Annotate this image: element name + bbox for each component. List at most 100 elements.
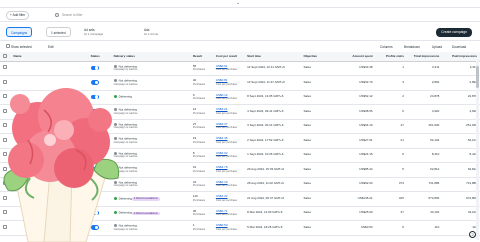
- row-checkbox[interactable]: [0, 206, 11, 221]
- campaign-name[interactable]: [10, 90, 88, 105]
- select-all-checkbox[interactable]: [0, 52, 11, 62]
- paid-impressions: 52,104: [442, 133, 480, 149]
- col-name[interactable]: Name: [10, 52, 88, 62]
- tab-campaigns[interactable]: Campaigns: [6, 27, 33, 37]
- table-row[interactable]: Delivering 9 Purchases US$0.12 Cost per purc…: [0, 90, 480, 105]
- recommendations-badge[interactable]: 2 Recommendations: [131, 211, 160, 216]
- status-toggle[interactable]: [87, 191, 111, 207]
- tab-ad-sets[interactable]: Ad sets for 1 Campaign: [80, 26, 107, 38]
- chevron-down-icon[interactable]: ⌄: [236, 0, 240, 6]
- campaign-name[interactable]: [10, 75, 88, 91]
- col-result[interactable]: Result: [189, 52, 213, 62]
- table-row[interactable]: Not delivering Campaign is inactive 40 Purc…: [0, 75, 480, 91]
- show-selected-toggle[interactable]: Show selected: [6, 44, 32, 50]
- table-row[interactable]: Not delivering Campaign is inactive 55 Purc…: [0, 61, 480, 76]
- row-checkbox[interactable]: [0, 119, 11, 134]
- row-checkbox[interactable]: [0, 61, 11, 76]
- campaign-name[interactable]: [10, 177, 88, 192]
- tab-ads[interactable]: Ads for 1 Ad set: [140, 26, 162, 38]
- amount-spent: US$64.10: [335, 119, 376, 134]
- table-row[interactable]: Not delivering Campaign is inactive 8 Purch…: [0, 148, 480, 163]
- cost-per-result: US$0.53 Cost per purchase: [212, 220, 245, 236]
- start-time: 14 Sept 2024, 12:11 GMT+6: [244, 61, 301, 76]
- profile-visits: 5: [375, 162, 407, 178]
- campaign-name[interactable]: [10, 206, 88, 221]
- col-delivery[interactable]: Delivery status: [110, 52, 190, 62]
- row-checkbox[interactable]: [0, 162, 11, 178]
- create-campaign-button[interactable]: Create campaign: [436, 28, 472, 37]
- table-scrollbar[interactable]: [476, 60, 479, 240]
- recommendations-badge[interactable]: 4 Recommendations: [131, 197, 160, 201]
- campaign-name[interactable]: [10, 148, 88, 163]
- campaign-name[interactable]: [10, 61, 88, 76]
- status-toggle[interactable]: [87, 75, 111, 91]
- row-checkbox[interactable]: [0, 191, 11, 207]
- result: 27 Purchases: [189, 119, 213, 134]
- profile-visits: 3: [375, 75, 407, 91]
- status-toggle[interactable]: [87, 148, 111, 163]
- profile-visits: 2: [375, 90, 407, 105]
- col-start[interactable]: Start time: [244, 52, 301, 62]
- profile-visits: 21: [375, 133, 407, 149]
- row-checkbox[interactable]: [0, 133, 11, 149]
- status-toggle[interactable]: [87, 61, 111, 76]
- objective: Sales: [300, 75, 336, 91]
- help-button[interactable]: ?: [469, 231, 476, 238]
- row-checkbox[interactable]: [0, 148, 11, 163]
- campaign-name[interactable]: [10, 191, 88, 207]
- paid-impressions: 3,311: [442, 61, 480, 76]
- status-toggle[interactable]: [87, 90, 111, 105]
- table-row[interactable]: Not delivering Campaign is inactive 19 Purc…: [0, 133, 480, 149]
- add-filter-button[interactable]: + Add filter: [6, 11, 30, 20]
- col-objective[interactable]: Objective: [300, 52, 336, 62]
- result: 1 Purchases: [189, 220, 213, 236]
- table-row[interactable]: Not delivering Campaign is inactive 31 Purc…: [0, 162, 480, 178]
- paid-impressions: 672,806: [442, 191, 480, 207]
- result: 12 Purchases: [189, 104, 213, 120]
- status-toggle[interactable]: [87, 177, 111, 192]
- result: 119 Purchases: [189, 191, 213, 207]
- objective: Sales: [300, 177, 336, 192]
- row-checkbox[interactable]: [0, 177, 11, 192]
- campaign-name[interactable]: [10, 220, 88, 236]
- col-visits[interactable]: Profile visits: [375, 52, 407, 62]
- col-paid[interactable]: Paid impressions: [442, 52, 480, 62]
- table-row[interactable]: Not delivering Campaign is inactive 44 Purc…: [0, 177, 480, 192]
- table-row[interactable]: Not delivering Campaign is inactive 27 Purc…: [0, 119, 480, 134]
- start-time: 5 Mar 2024, 19:25 GMT+6: [244, 220, 301, 236]
- status-toggle[interactable]: [87, 162, 111, 178]
- status-toggle[interactable]: [87, 206, 111, 221]
- table-row[interactable]: Not delivering Campaign is inactive 1 Purch…: [0, 220, 480, 236]
- campaign-name[interactable]: [10, 119, 88, 134]
- download-button[interactable]: Download: [452, 44, 466, 50]
- col-spent[interactable]: Amount spent: [335, 52, 376, 62]
- search-input[interactable]: Search to filter: [55, 11, 185, 20]
- filter-bar: + Add filter Search to filter: [0, 9, 480, 22]
- table-row[interactable]: Delivering 4 Recommendations 119 Purchases U…: [0, 191, 480, 207]
- status-toggle[interactable]: [87, 119, 111, 134]
- upload-button[interactable]: Upload: [432, 44, 442, 50]
- campaign-name[interactable]: [10, 104, 88, 120]
- columns-button[interactable]: Columns: [380, 44, 393, 50]
- table-row[interactable]: Delivering 2 Recommendations 36 Purchases US…: [0, 206, 480, 221]
- breakdown-button[interactable]: Breakdown: [404, 44, 420, 50]
- row-checkbox[interactable]: [0, 104, 11, 120]
- status-toggle[interactable]: [87, 104, 111, 120]
- row-checkbox[interactable]: [0, 75, 11, 91]
- amount-spent: US$38.56: [335, 104, 376, 120]
- campaign-name[interactable]: [10, 133, 88, 149]
- cost-per-result: US$2.10 Cost per purchase: [212, 177, 245, 192]
- col-cpr[interactable]: Cost per result: [212, 52, 245, 62]
- row-checkbox[interactable]: [0, 220, 11, 236]
- cost-per-result: US$3.21 Cost per purchase: [212, 104, 245, 120]
- selected-chip[interactable]: 1 selected: [46, 27, 71, 37]
- col-status[interactable]: Status: [87, 52, 111, 62]
- status-toggle[interactable]: [87, 133, 111, 149]
- campaign-name[interactable]: [10, 162, 88, 178]
- table-row[interactable]: Not delivering Campaign is inactive 12 Purc…: [0, 104, 480, 120]
- row-checkbox[interactable]: [0, 90, 11, 105]
- cost-per-result: US$0.61 Cost per purchase: [212, 61, 245, 76]
- status-toggle[interactable]: [87, 220, 111, 236]
- edit-button[interactable]: Edit: [48, 44, 54, 50]
- col-impressions[interactable]: Total impressions: [406, 52, 443, 62]
